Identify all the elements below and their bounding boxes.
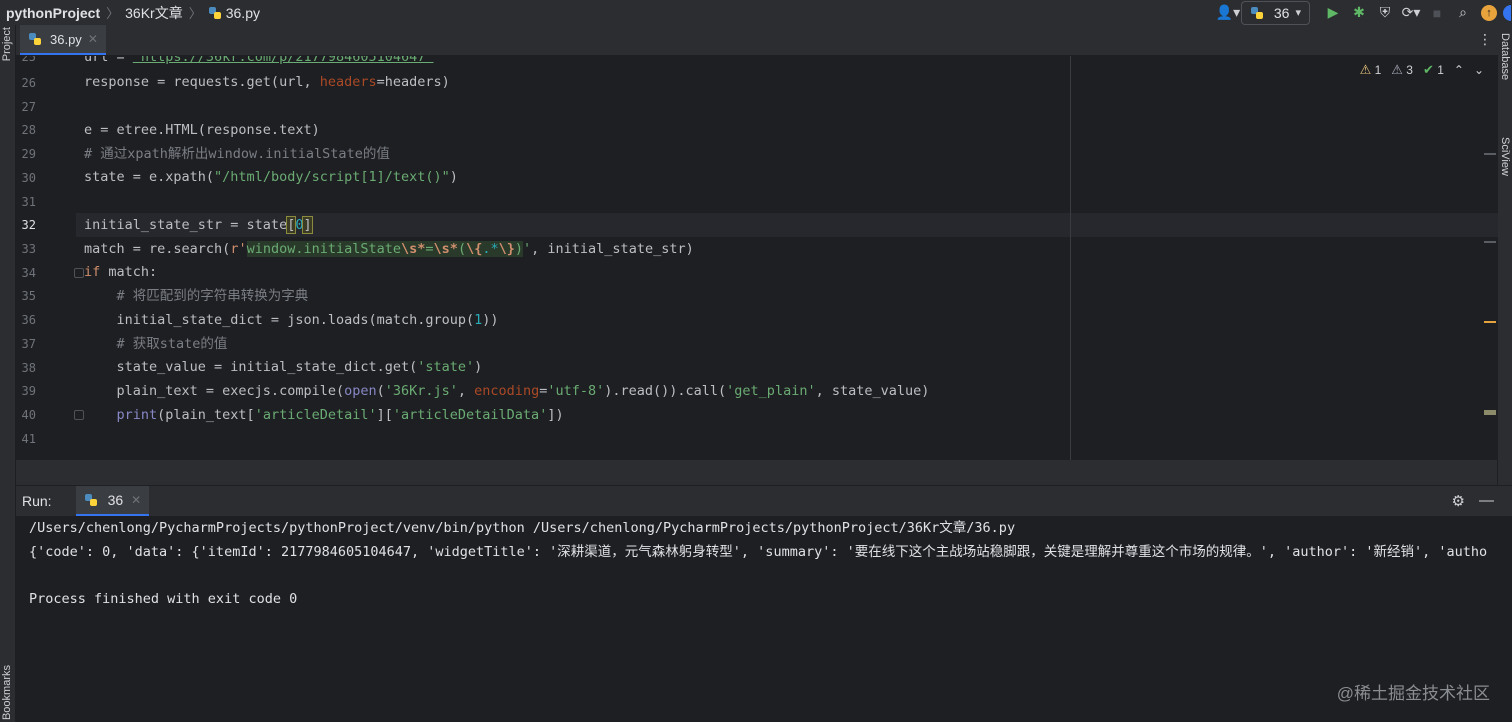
code-comment: # 将匹配到的字符串转换为字典 — [84, 288, 309, 304]
user-icon[interactable]: 👤▾ — [1215, 2, 1241, 24]
breadcrumb-project[interactable]: pythonProject — [0, 5, 100, 21]
line-number: 40 — [21, 408, 36, 422]
line-number: 31 — [21, 195, 36, 209]
database-tool-button[interactable]: Database — [1499, 33, 1511, 80]
code-line: e = etree.HTML(response.text) — [84, 122, 320, 138]
debug-icon[interactable]: ✱ — [1346, 2, 1372, 24]
fold-icon[interactable] — [74, 268, 84, 278]
line-number: 33 — [21, 242, 36, 256]
line-number: 35 — [21, 289, 36, 303]
run-panel-actions: ⚙ — — [1452, 492, 1494, 510]
chevron-down-icon[interactable]: ⌄ — [1474, 63, 1484, 77]
code-comment: # 通过xpath解析出window.initialState的值 — [84, 146, 390, 162]
code-line: match = re.search(r'window.initialState\… — [84, 241, 694, 257]
code-line: plain_text = execjs.compile(open('36Kr.j… — [84, 383, 930, 399]
line-number: 30 — [21, 171, 36, 185]
run-tab-36[interactable]: 36 ✕ — [75, 486, 150, 516]
code-line-current: initial_state_str = state[0] — [84, 216, 313, 234]
code-line: initial_state_dict = json.loads(match.gr… — [84, 312, 499, 328]
breadcrumb-separator-icon: 〉 — [188, 6, 202, 21]
close-icon[interactable]: ✕ — [88, 32, 98, 46]
search-icon[interactable]: ⌕ — [1450, 2, 1476, 24]
toolbar-actions: 👤▾ 36 ▾ ▶ ✱ ⛨ ⟳▾ ■ ⌕ ↑ — [1215, 0, 1512, 25]
run-icon[interactable]: ▶ — [1320, 2, 1346, 24]
code-line: state = e.xpath("/html/body/script[1]/te… — [84, 169, 458, 185]
main-toolbar: pythonProject 〉 36Kr文章 〉 36.py 👤▾ 36 ▾ ▶… — [0, 0, 1512, 25]
inspection-widget[interactable]: ⚠ 1 ⚠ 3 ✔ 1 ⌃ ⌄ — [1360, 62, 1484, 78]
breadcrumb-file[interactable]: 36.py — [208, 5, 260, 21]
python-icon — [1250, 6, 1263, 19]
console-line: /Users/chenlong/PycharmProjects/pythonPr… — [29, 520, 1016, 536]
stripe-mark — [1484, 153, 1496, 155]
project-tool-button[interactable]: Project — [1, 27, 13, 61]
line-number: 41 — [21, 432, 36, 446]
line-number: 37 — [21, 337, 36, 351]
error-stripe[interactable] — [1484, 56, 1498, 460]
stripe-mark — [1484, 410, 1496, 415]
sciview-tool-button[interactable]: SciView — [1499, 137, 1511, 176]
line-number: 39 — [21, 384, 36, 398]
code-line: url = "https://36kr.com/p/21779846051046… — [84, 56, 434, 65]
right-tool-strip: Database SciView — [1497, 25, 1512, 485]
code-editor[interactable]: 25 26 27 28 29 30 31 32 33 34 35 36 37 3… — [16, 56, 1498, 460]
line-number: 28 — [21, 123, 36, 137]
line-number: 27 — [21, 100, 36, 114]
code-line: print(plain_text['articleDetail']['artic… — [116, 407, 564, 423]
run-configuration-selector[interactable]: 36 ▾ — [1240, 0, 1310, 25]
weak-warning-count[interactable]: ⚠ 3 — [1391, 62, 1413, 78]
console-line: Process finished with exit code 0 — [29, 591, 298, 607]
coverage-icon[interactable]: ⛨ — [1372, 2, 1398, 24]
chevron-up-icon[interactable]: ⌃ — [1454, 63, 1464, 77]
tab-36-py[interactable]: 36.py ✕ — [20, 25, 106, 55]
python-file-icon — [208, 6, 221, 19]
right-margin-guide — [1070, 56, 1071, 460]
minimize-icon[interactable]: — — [1479, 492, 1494, 510]
update-icon[interactable]: ↑ — [1476, 2, 1502, 24]
line-number: 26 — [21, 76, 36, 90]
run-tab-label: 36 — [107, 492, 124, 508]
code-comment: # 获取state的值 — [84, 336, 228, 352]
line-number: 25 — [21, 56, 36, 64]
stripe-mark-warning[interactable] — [1484, 321, 1496, 323]
line-number: 29 — [21, 147, 36, 161]
editor-tabs: 36.py ✕ ⋮ — [16, 25, 1498, 56]
chevron-down-icon: ▾ — [1295, 7, 1301, 19]
left-tool-strip: Project Bookmarks — [0, 25, 16, 722]
tab-label: 36.py — [50, 31, 82, 47]
bookmarks-tool-button[interactable]: Bookmarks — [1, 665, 13, 720]
run-panel-title: Run: — [22, 493, 52, 509]
more-vertical-icon[interactable]: ⋮ — [1478, 31, 1492, 48]
line-gutter: 25 26 27 28 29 30 31 32 33 34 35 36 37 3… — [16, 56, 84, 460]
breadcrumb-file-label: 36.py — [225, 4, 260, 21]
stop-icon[interactable]: ■ — [1424, 2, 1450, 24]
run-configuration-label: 36 — [1273, 4, 1290, 21]
fold-icon[interactable] — [74, 410, 84, 420]
line-number: 38 — [21, 361, 36, 375]
code-line: if match: — [84, 264, 158, 280]
run-console[interactable]: /Users/chenlong/PycharmProjects/pythonPr… — [16, 516, 1512, 722]
breadcrumb-folder[interactable]: 36Kr文章 — [125, 3, 183, 23]
python-icon — [84, 494, 97, 506]
warning-icon: ⚠ — [1359, 62, 1372, 77]
line-number-current: 32 — [21, 218, 36, 232]
line-number: 34 — [21, 266, 36, 280]
warning-count[interactable]: ⚠ 1 — [1360, 62, 1382, 78]
close-icon[interactable]: ✕ — [131, 493, 141, 507]
console-line: {'code': 0, 'data': {'itemId': 217798460… — [29, 544, 1488, 560]
watermark: @稀土掘金技术社区 — [1336, 684, 1490, 703]
code-line: state_value = initial_state_dict.get('st… — [84, 359, 483, 375]
code-line: response = requests.get(url, headers=hea… — [84, 74, 450, 90]
python-file-icon — [29, 33, 41, 45]
check-icon: ✔ — [1422, 62, 1434, 77]
weak-warning-icon: ⚠ — [1391, 62, 1403, 77]
ok-count[interactable]: ✔ 1 — [1423, 62, 1444, 78]
gear-icon[interactable]: ⚙ — [1452, 492, 1465, 510]
run-panel-header: Run: 36 ✕ ⚙ — — [16, 485, 1512, 516]
settings-icon[interactable] — [1502, 2, 1512, 24]
stripe-mark — [1484, 241, 1496, 243]
breadcrumb-separator-icon: 〉 — [106, 6, 120, 21]
line-number: 36 — [21, 313, 36, 327]
profile-icon[interactable]: ⟳▾ — [1398, 2, 1424, 24]
